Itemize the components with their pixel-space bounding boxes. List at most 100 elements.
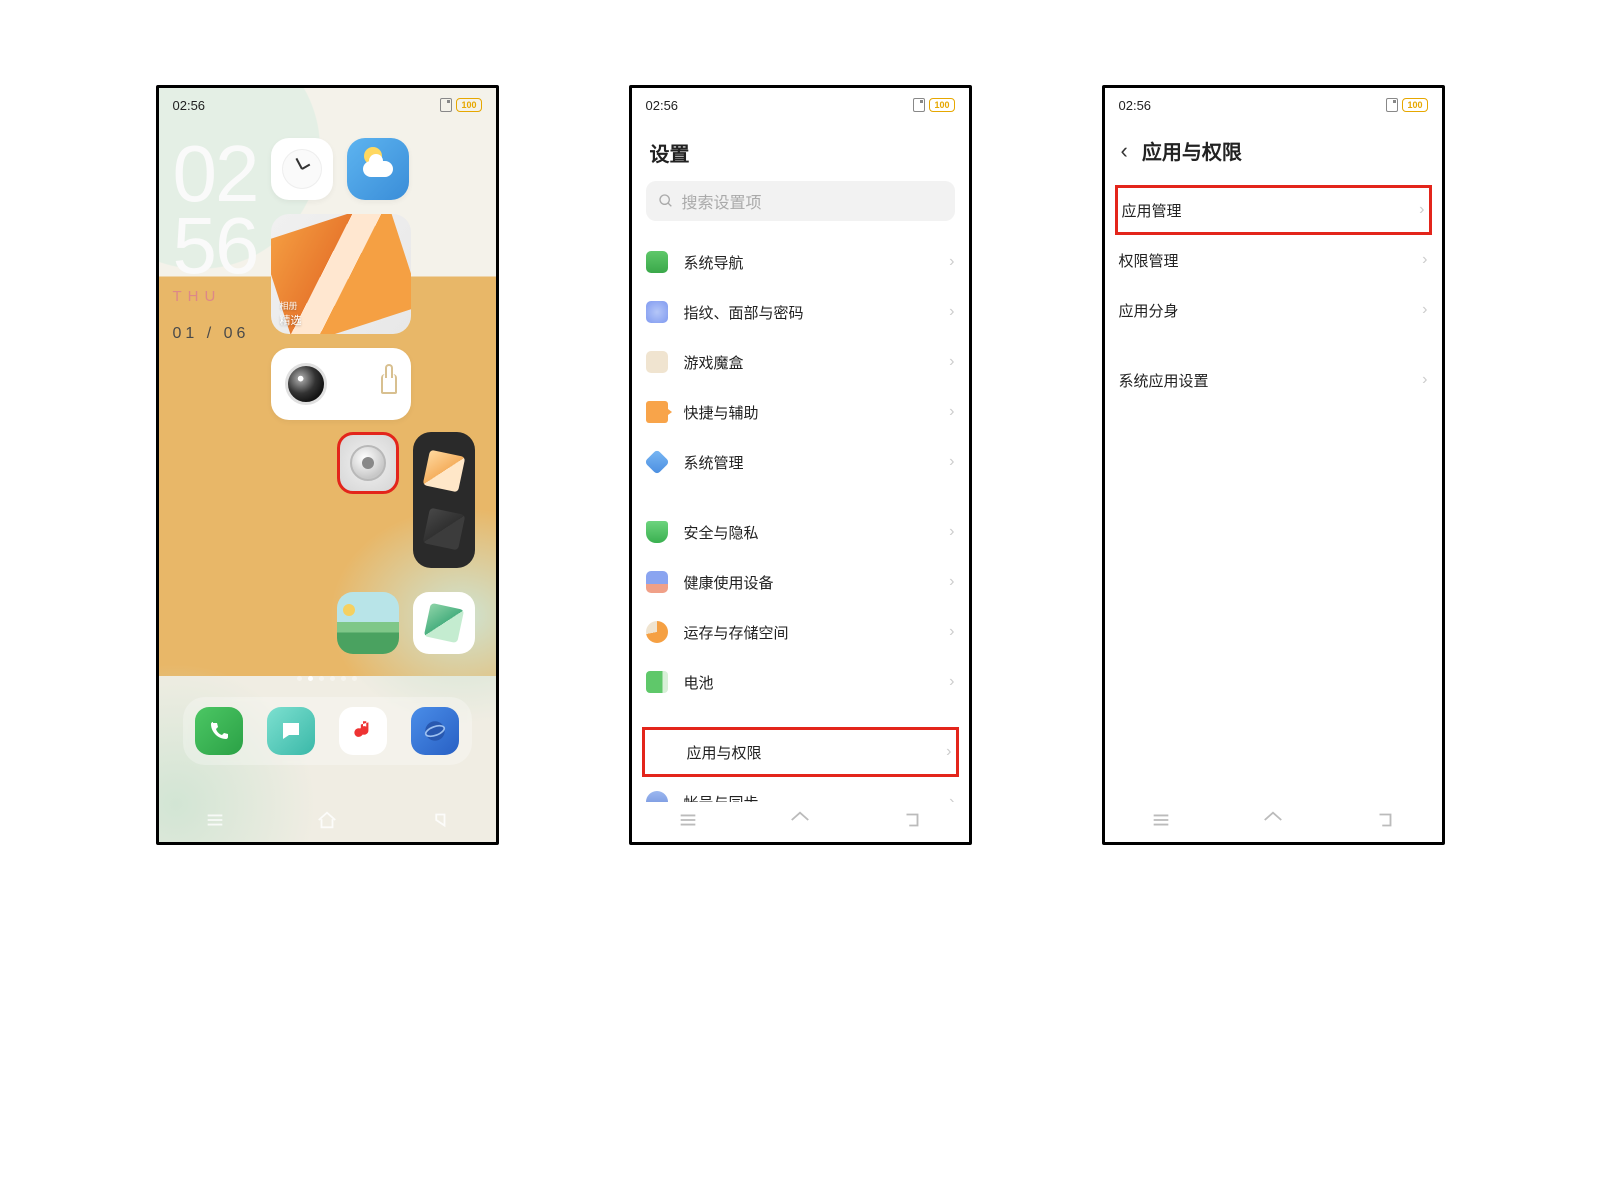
status-bar: 02:56 100 xyxy=(1105,88,1442,122)
clock-day: THU xyxy=(173,288,258,305)
phone-app-icon[interactable] xyxy=(195,707,243,755)
system-nav-icon xyxy=(646,251,668,273)
settings-item-system[interactable]: 系统管理 › xyxy=(646,437,955,487)
settings-item-security[interactable]: 安全与隐私 › xyxy=(646,507,955,557)
nav-back-icon[interactable] xyxy=(428,809,450,836)
phone-settings-screen: 02:56 100 设置 搜索设置项 系统导航 › 指纹、面部与密码 › 游戏魔… xyxy=(629,85,972,845)
status-time: 02:56 xyxy=(646,98,679,113)
settings-item-biometrics[interactable]: 指纹、面部与密码 › xyxy=(646,287,955,337)
chevron-right-icon: › xyxy=(949,523,954,541)
battery-icon: 100 xyxy=(929,98,954,112)
chevron-right-icon: › xyxy=(1422,371,1427,389)
shortcut-icon xyxy=(646,401,668,423)
back-button[interactable]: ‹ xyxy=(1121,138,1128,164)
chevron-right-icon: › xyxy=(946,743,951,761)
nav-menu-icon[interactable] xyxy=(677,809,699,836)
clock-hour: 02 xyxy=(173,138,258,210)
settings-item-shortcuts[interactable]: 快捷与辅助 › xyxy=(646,387,955,437)
perms-item-system-apps[interactable]: 系统应用设置 › xyxy=(1119,355,1428,405)
page-indicator xyxy=(173,676,482,681)
gallery-widget[interactable]: 相册 精选 xyxy=(271,214,411,334)
settings-item-apps-permissions[interactable]: 应用与权限 › xyxy=(642,727,959,777)
browser-app-icon[interactable] xyxy=(411,707,459,755)
chevron-right-icon: › xyxy=(949,403,954,421)
wellbeing-icon xyxy=(646,571,668,593)
nav-bar xyxy=(159,802,496,842)
battery-icon: 100 xyxy=(1402,98,1427,112)
settings-item-storage[interactable]: 运存与存储空间 › xyxy=(646,607,955,657)
weather-app-icon[interactable] xyxy=(347,138,409,200)
nav-bar xyxy=(1105,802,1442,842)
nav-menu-icon[interactable] xyxy=(204,809,226,836)
gallery-title: 精选 xyxy=(279,315,301,327)
sim-icon xyxy=(1386,98,1398,112)
gallery-app-icon[interactable] xyxy=(337,592,399,654)
search-input[interactable]: 搜索设置项 xyxy=(646,181,955,221)
chevron-right-icon: › xyxy=(949,673,954,691)
cube-dark-icon xyxy=(422,508,465,551)
nav-menu-icon[interactable] xyxy=(1150,809,1172,836)
chevron-right-icon: › xyxy=(1422,301,1427,319)
settings-item-wellbeing[interactable]: 健康使用设备 › xyxy=(646,557,955,607)
chevron-right-icon: › xyxy=(949,453,954,471)
settings-item-account-sync[interactable]: 帐号与同步 › xyxy=(646,777,955,802)
perms-item-app-management[interactable]: 应用管理 › xyxy=(1115,185,1432,235)
chevron-right-icon: › xyxy=(949,623,954,641)
gallery-tag: 相册 xyxy=(279,299,301,312)
account-icon xyxy=(646,791,668,802)
theme-widget[interactable] xyxy=(413,432,475,568)
shield-icon xyxy=(646,521,668,543)
status-time: 02:56 xyxy=(173,98,206,113)
battery-icon: 100 xyxy=(456,98,481,112)
search-icon xyxy=(658,193,674,209)
gamebox-icon xyxy=(646,351,668,373)
fingerprint-icon xyxy=(646,301,668,323)
page-title: 应用与权限 xyxy=(1142,136,1242,165)
home-content: 02 56 THU 01 / 06 相册 精选 xyxy=(159,122,496,802)
chevron-right-icon: › xyxy=(1419,201,1424,219)
nav-home-icon[interactable] xyxy=(789,809,811,836)
clock-date: 01 / 06 xyxy=(173,325,258,343)
nav-back-icon[interactable] xyxy=(901,809,923,836)
nav-bar xyxy=(632,802,969,842)
nav-home-icon[interactable] xyxy=(316,809,338,836)
settings-app-icon[interactable] xyxy=(337,432,399,494)
perms-item-app-clone[interactable]: 应用分身 › xyxy=(1119,285,1428,335)
system-icon xyxy=(646,451,668,473)
cube-light-icon xyxy=(422,450,465,493)
status-bar: 02:56 100 xyxy=(159,88,496,122)
lock-icon xyxy=(381,374,397,394)
camera-widget[interactable] xyxy=(271,348,411,420)
messages-app-icon[interactable] xyxy=(267,707,315,755)
nav-home-icon[interactable] xyxy=(1262,809,1284,836)
sim-icon xyxy=(913,98,925,112)
page-title: 设置 xyxy=(650,138,955,167)
phone-apps-permissions-screen: 02:56 100 ‹ 应用与权限 应用管理 › 权限管理 › 应用分身 › 系… xyxy=(1102,85,1445,845)
chevron-right-icon: › xyxy=(949,303,954,321)
chevron-right-icon: › xyxy=(949,253,954,271)
settings-item-battery[interactable]: 电池 › xyxy=(646,657,955,707)
dock xyxy=(183,697,472,765)
battery-list-icon xyxy=(646,671,668,693)
chevron-right-icon: › xyxy=(1422,251,1427,269)
settings-item-gamebox[interactable]: 游戏魔盒 › xyxy=(646,337,955,387)
chevron-right-icon: › xyxy=(949,353,954,371)
sim-icon xyxy=(440,98,452,112)
chevron-right-icon: › xyxy=(949,573,954,591)
camera-lens-icon xyxy=(285,363,327,405)
clock-app-icon[interactable] xyxy=(271,138,333,200)
search-placeholder: 搜索设置项 xyxy=(682,189,762,213)
settings-item-system-nav[interactable]: 系统导航 › xyxy=(646,237,955,287)
phone-home-screen: 02:56 100 02 56 THU 01 / 06 xyxy=(156,85,499,845)
status-bar: 02:56 100 xyxy=(632,88,969,122)
status-time: 02:56 xyxy=(1119,98,1152,113)
perms-item-permission-management[interactable]: 权限管理 › xyxy=(1119,235,1428,285)
music-app-icon[interactable] xyxy=(339,707,387,755)
gear-icon xyxy=(350,445,386,481)
nav-back-icon[interactable] xyxy=(1374,809,1396,836)
app-store-icon[interactable] xyxy=(413,592,475,654)
chevron-right-icon: › xyxy=(949,793,954,802)
clock-minute: 56 xyxy=(173,210,258,282)
apps-grid-icon xyxy=(649,741,671,763)
clock-widget[interactable]: 02 56 THU 01 / 06 xyxy=(173,138,258,343)
